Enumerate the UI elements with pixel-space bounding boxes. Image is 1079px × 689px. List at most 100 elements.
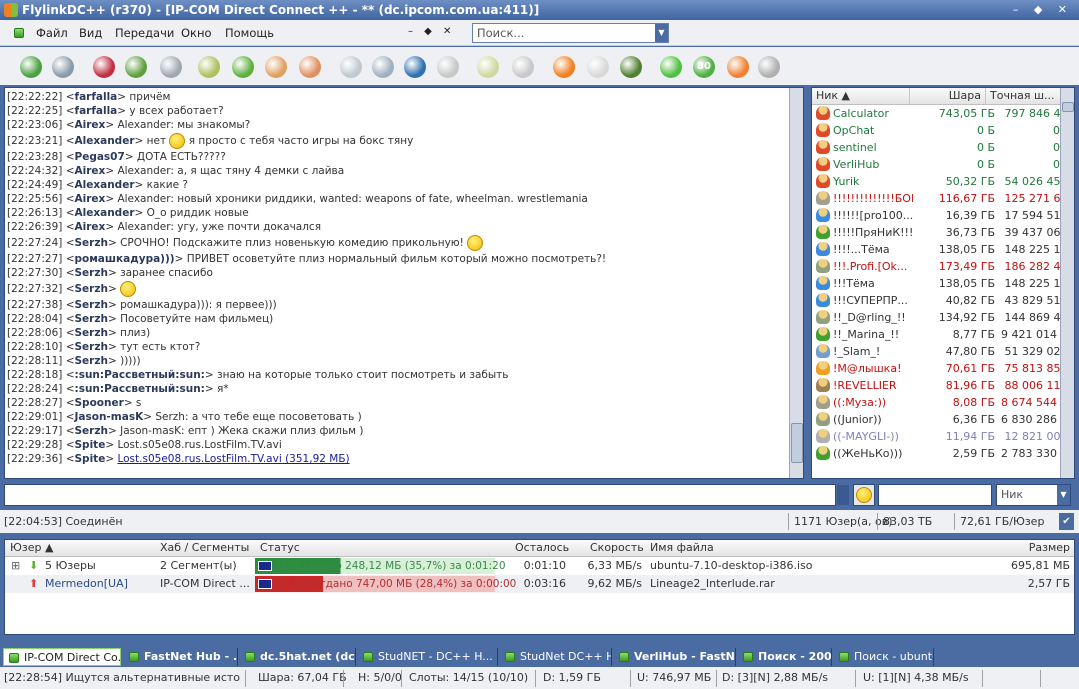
emoticons-button[interactable]: [853, 484, 875, 506]
message-nick[interactable]: Pegas07: [75, 151, 125, 163]
tab-7[interactable]: Поиск - ubuntu: [834, 648, 934, 666]
message-nick[interactable]: Alexander: [75, 135, 135, 147]
user-row[interactable]: !!!!!![pro100... 16,39 ГБ 17 594 51...: [812, 207, 1074, 224]
power-icon[interactable]: [660, 56, 682, 78]
user-list-scroll-thumb[interactable]: [1062, 102, 1074, 112]
chat-scroll-thumb[interactable]: [791, 423, 803, 463]
message-nick[interactable]: Serzh: [75, 283, 108, 295]
col-exact-share[interactable]: Точная ш...: [986, 88, 1062, 104]
message-nick[interactable]: Airex: [75, 119, 106, 131]
user-row[interactable]: !!!!...Тёма 138,05 ГБ 148 225 1...: [812, 241, 1074, 258]
tab-6[interactable]: Поиск - 2008: [738, 648, 832, 666]
settings-icon[interactable]: [477, 56, 499, 78]
menu-view[interactable]: Вид: [79, 26, 102, 40]
user-row[interactable]: !!!Тёма 138,05 ГБ 148 225 1...: [812, 275, 1074, 292]
message-nick[interactable]: Alexander: [75, 207, 135, 219]
message-nick[interactable]: Alexander: [75, 179, 135, 191]
user-row[interactable]: !!!СУПЕРПР... 40,82 ГБ 43 829 51...: [812, 292, 1074, 309]
message-nick[interactable]: farfalla: [75, 91, 118, 103]
hash-progress-icon[interactable]: [512, 56, 534, 78]
col-speed[interactable]: Скорость: [590, 540, 644, 556]
message-nick[interactable]: Spite: [75, 439, 106, 451]
transfer-row[interactable]: ⬆ Mermedon[UA] IP-COM Direct ... [C][Z] Отд…: [5, 575, 1074, 593]
user-list[interactable]: Ник ▲ Шара Точная ш... Calculator 743,05 …: [811, 87, 1075, 479]
mdi-controls[interactable]: – ◆ ✕: [408, 26, 455, 37]
tab-5[interactable]: VerliHub - FastN...: [614, 648, 736, 666]
upload-queue-icon[interactable]: [265, 56, 287, 78]
col-share[interactable]: Шара: [910, 88, 986, 104]
multiline-toggle-button[interactable]: [837, 485, 849, 505]
menu-transfers[interactable]: Передачи: [115, 26, 174, 40]
transfers-pane[interactable]: Юзер ▲ Хаб / Сегменты Статус Осталось Ск…: [4, 539, 1075, 635]
message-nick[interactable]: ромашкадура))): [75, 253, 175, 265]
message-nick[interactable]: Serzh: [75, 327, 108, 339]
chat-scrollbar[interactable]: [789, 88, 803, 478]
message-nick[interactable]: Serzh: [75, 267, 108, 279]
away-user-icon[interactable]: [620, 56, 642, 78]
user-row[interactable]: !!!!!!!!!!!!!!БОВ 116,67 ГБ 125 271 6...: [812, 190, 1074, 207]
col-nick[interactable]: Ник ▲: [812, 88, 910, 104]
user-row[interactable]: sentinel0 Б0 Б: [812, 139, 1074, 156]
message-nick[interactable]: Airex: [75, 165, 106, 177]
tab-4[interactable]: StudNet DC++ HUB...: [500, 648, 612, 666]
user-row[interactable]: Yurik 50,32 ГБ 54 026 45...: [812, 173, 1074, 190]
col-status[interactable]: Статус: [260, 540, 300, 556]
favorites-icon[interactable]: [93, 56, 115, 78]
menu-window[interactable]: Окно: [181, 26, 212, 40]
search-input[interactable]: Поиск... ▼: [472, 23, 669, 43]
col-time-left[interactable]: Осталось: [515, 540, 569, 556]
user-row[interactable]: !!_Marina_!! 8,77 ГБ 9 421 014 ...: [812, 326, 1074, 343]
col-user[interactable]: Юзер ▲: [10, 540, 53, 556]
user-row[interactable]: !!_D@rling_!! 134,92 ГБ 144 869 4...: [812, 309, 1074, 326]
user-filter-input[interactable]: [878, 484, 992, 506]
col-hub[interactable]: Хаб / Сегменты: [160, 540, 249, 556]
message-nick[interactable]: Serzh: [75, 237, 108, 249]
user-row[interactable]: ((ЖеНьКо))) 2,59 ГБ 2 783 330 ...: [812, 445, 1074, 462]
col-size[interactable]: Размер: [1029, 540, 1070, 556]
message-nick[interactable]: :sun:Рассветный:sun:: [75, 383, 205, 395]
message-nick[interactable]: farfalla: [75, 105, 118, 117]
flylink-icon[interactable]: [727, 56, 749, 78]
sound-icon[interactable]: [758, 56, 780, 78]
message-nick[interactable]: Serzh: [75, 299, 108, 311]
users-icon[interactable]: [125, 56, 147, 78]
follow-redirect-icon[interactable]: [52, 56, 74, 78]
check-icon[interactable]: ✔: [1059, 513, 1074, 530]
helmet-icon[interactable]: [553, 56, 575, 78]
finished-icon[interactable]: [232, 56, 254, 78]
message-nick[interactable]: Spite: [75, 453, 106, 465]
user-row[interactable]: OpChat0 Б0 Б: [812, 122, 1074, 139]
chevron-down-icon[interactable]: ▼: [1057, 485, 1070, 505]
user-row[interactable]: ((:Муза:)) 8,08 ГБ 8 674 544 ...: [812, 394, 1074, 411]
menu-help[interactable]: Помощь: [225, 26, 274, 40]
message-nick[interactable]: Airex: [75, 221, 106, 233]
user-row[interactable]: ((Junior)) 6,36 ГБ 6 830 286 ...: [812, 411, 1074, 428]
finished-uploads-icon[interactable]: [299, 56, 321, 78]
user-row[interactable]: !!!.Profi.[Ok... 173,49 ГБ 186 282 4...: [812, 258, 1074, 275]
message-input[interactable]: [4, 484, 836, 506]
transfer-row[interactable]: ⊞ ⬇ 5 Юзеры 2 Сегмент(ы) [Z] Скачано 248,12 …: [5, 557, 1074, 575]
user-row[interactable]: !M@лышка! 70,61 ГБ 75 813 85...: [812, 360, 1074, 377]
reconnect-icon[interactable]: [20, 56, 42, 78]
user-row[interactable]: !_Slam_! 47,80 ГБ 51 329 02...: [812, 343, 1074, 360]
message-nick[interactable]: Airex: [75, 193, 106, 205]
user-list-scrollbar[interactable]: [1060, 88, 1074, 478]
tab-0[interactable]: IP-COM Direct Co...: [3, 648, 121, 666]
user-row[interactable]: !REVELLIER 81,96 ГБ 88 006 11...: [812, 377, 1074, 394]
message-nick[interactable]: Serzh: [75, 355, 108, 367]
message-nick[interactable]: Serzh: [75, 313, 108, 325]
tab-1[interactable]: FastNet Hub - ...: [124, 648, 238, 666]
search-dropdown-button[interactable]: ▼: [655, 24, 668, 42]
notepad-icon[interactable]: [437, 56, 459, 78]
file-link[interactable]: Lost.s05e08.rus.LostFilm.TV.avi (351,92 …: [117, 453, 349, 465]
message-nick[interactable]: Serzh: [75, 425, 108, 437]
message-nick[interactable]: Jason-masK: [75, 411, 144, 423]
recent-hubs-icon[interactable]: [160, 56, 182, 78]
limiter-80-icon[interactable]: 80: [693, 56, 715, 78]
user-row[interactable]: VerliHub0 Б0 Б: [812, 156, 1074, 173]
adl-search-icon[interactable]: [372, 56, 394, 78]
tab-3[interactable]: StudNET - DC++ H...: [358, 648, 498, 666]
pen-icon[interactable]: [587, 56, 609, 78]
user-row[interactable]: !!!!!ПряНиК!!! 36,73 ГБ 39 437 06...: [812, 224, 1074, 241]
message-nick[interactable]: Spooner: [75, 397, 124, 409]
